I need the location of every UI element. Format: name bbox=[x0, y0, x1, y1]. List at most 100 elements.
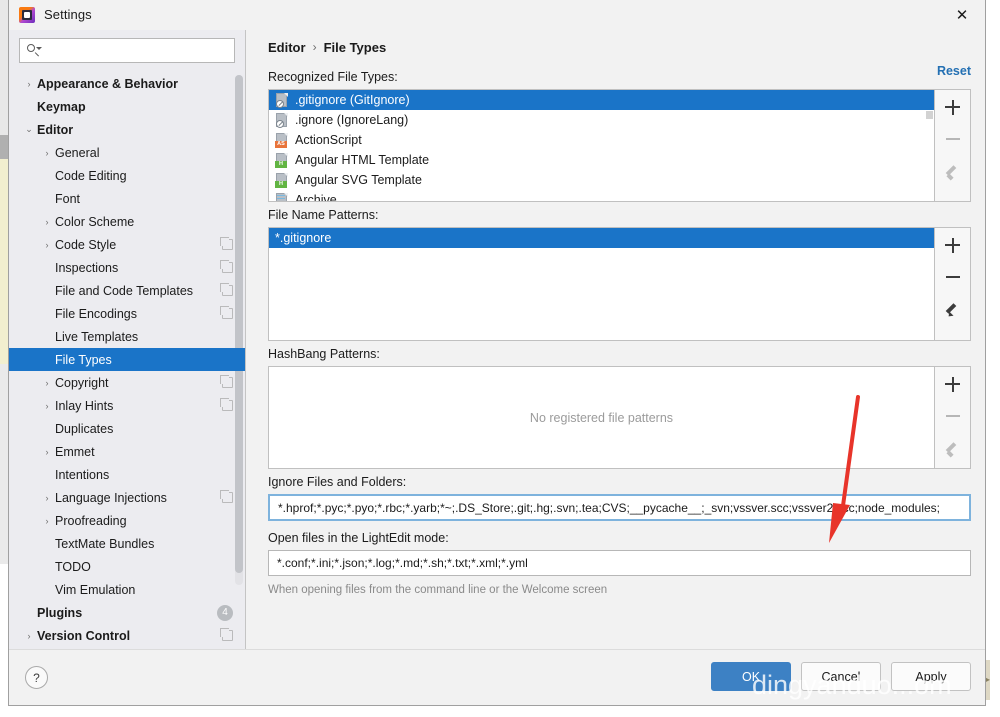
chevron-right-icon[interactable]: › bbox=[39, 493, 55, 503]
file-type-label: ActionScript bbox=[295, 133, 362, 147]
sidebar-item-label: TextMate Bundles bbox=[55, 537, 233, 551]
breadcrumb-parent[interactable]: Editor bbox=[268, 40, 306, 55]
add-pattern-button[interactable] bbox=[940, 234, 966, 256]
sidebar-item-todo[interactable]: TODO bbox=[9, 555, 245, 578]
chevron-right-icon[interactable]: › bbox=[39, 148, 55, 158]
copy-settings-icon bbox=[222, 377, 233, 388]
file-type-list-item[interactable]: Archive bbox=[269, 190, 934, 202]
sidebar-item-intentions[interactable]: Intentions bbox=[9, 463, 245, 486]
hashbang-patterns-label: HashBang Patterns: bbox=[268, 347, 971, 361]
recognized-file-types-list[interactable]: .gitignore (GitIgnore) .ignore (IgnoreLan… bbox=[268, 89, 935, 202]
sidebar-item-label: Inspections bbox=[55, 261, 222, 275]
edit-file-type-button[interactable] bbox=[940, 160, 966, 182]
hashbang-patterns-list[interactable]: No registered file patterns bbox=[268, 366, 935, 469]
chevron-right-icon[interactable]: › bbox=[21, 79, 37, 89]
edit-pattern-button[interactable] bbox=[940, 298, 966, 320]
sidebar-item-general[interactable]: ›General bbox=[9, 141, 245, 164]
sidebar-item-live-templates[interactable]: Live Templates bbox=[9, 325, 245, 348]
dialog-body: ›Appearance & BehaviorKeymap⌄Editor›Gene… bbox=[9, 30, 985, 649]
search-input[interactable] bbox=[43, 43, 234, 59]
file-name-patterns-buttons bbox=[935, 227, 971, 341]
file-type-list-item[interactable]: .ignore (IgnoreLang) bbox=[269, 110, 934, 130]
cancel-button[interactable]: Cancel bbox=[801, 662, 881, 691]
archive-file-icon bbox=[275, 193, 289, 203]
sidebar-item-inspections[interactable]: Inspections bbox=[9, 256, 245, 279]
chevron-down-icon[interactable]: ⌄ bbox=[21, 124, 37, 135]
chevron-right-icon[interactable]: › bbox=[39, 401, 55, 411]
lightedit-input[interactable]: *.conf;*.ini;*.json;*.log;*.md;*.sh;*.tx… bbox=[268, 550, 971, 576]
sidebar-item-proofreading[interactable]: ›Proofreading bbox=[9, 509, 245, 532]
edit-hashbang-button[interactable] bbox=[940, 437, 966, 459]
sidebar-item-label: Editor bbox=[37, 123, 233, 137]
sidebar-item-editor[interactable]: ⌄Editor bbox=[9, 118, 245, 141]
add-hashbang-button[interactable] bbox=[940, 373, 966, 395]
dialog-titlebar: Settings ✕ bbox=[9, 0, 985, 30]
sidebar-item-emmet[interactable]: ›Emmet bbox=[9, 440, 245, 463]
sidebar-item-plugins[interactable]: Plugins4 bbox=[9, 601, 245, 624]
recognized-file-types-buttons bbox=[935, 89, 971, 202]
file-name-patterns-list[interactable]: *.gitignore bbox=[268, 227, 935, 341]
sidebar-item-code-style[interactable]: ›Code Style bbox=[9, 233, 245, 256]
sidebar-item-color-scheme[interactable]: ›Color Scheme bbox=[9, 210, 245, 233]
dialog-title: Settings bbox=[44, 7, 92, 22]
hashbang-empty-text: No registered file patterns bbox=[269, 411, 934, 425]
copy-settings-icon bbox=[222, 630, 233, 641]
breadcrumb-current: File Types bbox=[324, 40, 387, 55]
ignore-files-input[interactable]: *.hprof;*.pyc;*.pyo;*.rbc;*.yarb;*~;.DS_… bbox=[268, 494, 971, 521]
gitignore-file-icon bbox=[275, 93, 289, 108]
close-icon[interactable]: ✕ bbox=[947, 4, 977, 26]
background-bottom-area bbox=[0, 705, 1000, 717]
copy-settings-icon bbox=[222, 239, 233, 250]
sidebar-item-copyright[interactable]: ›Copyright bbox=[9, 371, 245, 394]
help-button[interactable]: ? bbox=[25, 666, 48, 689]
file-type-list-item[interactable]: HAngular HTML Template bbox=[269, 150, 934, 170]
chevron-right-icon[interactable]: › bbox=[39, 447, 55, 457]
ok-button[interactable]: OK bbox=[711, 662, 791, 691]
sidebar-item-textmate-bundles[interactable]: TextMate Bundles bbox=[9, 532, 245, 555]
sidebar-item-file-encodings[interactable]: File Encodings bbox=[9, 302, 245, 325]
background-window-strip-yellow bbox=[0, 159, 8, 364]
chevron-right-icon[interactable]: › bbox=[39, 240, 55, 250]
file-type-list-item[interactable]: .gitignore (GitIgnore) bbox=[269, 90, 934, 110]
intellij-idea-icon bbox=[19, 7, 35, 23]
remove-file-type-button[interactable] bbox=[940, 128, 966, 150]
chevron-right-icon[interactable]: › bbox=[39, 378, 55, 388]
sidebar-item-code-editing[interactable]: Code Editing bbox=[9, 164, 245, 187]
background-window-strip-dark bbox=[0, 135, 8, 159]
search-box[interactable] bbox=[19, 38, 235, 63]
chevron-right-icon[interactable]: › bbox=[21, 631, 37, 641]
file-type-list-item[interactable]: HAngular SVG Template bbox=[269, 170, 934, 190]
background-right-area bbox=[985, 0, 1000, 717]
sidebar-item-label: File Encodings bbox=[55, 307, 222, 321]
chevron-right-icon[interactable]: › bbox=[39, 217, 55, 227]
sidebar-item-duplicates[interactable]: Duplicates bbox=[9, 417, 245, 440]
file-name-pattern-item[interactable]: *.gitignore bbox=[269, 228, 934, 248]
file-type-label: .gitignore (GitIgnore) bbox=[295, 93, 410, 107]
file-type-list-item[interactable]: ASActionScript bbox=[269, 130, 934, 150]
file-name-patterns-row: *.gitignore bbox=[268, 227, 971, 341]
sidebar-item-file-types[interactable]: File Types bbox=[9, 348, 245, 371]
sidebar-item-label: Font bbox=[55, 192, 233, 206]
settings-tree[interactable]: ›Appearance & BehaviorKeymap⌄Editor›Gene… bbox=[9, 70, 245, 649]
sidebar-item-font[interactable]: Font bbox=[9, 187, 245, 210]
sidebar-item-appearance-behavior[interactable]: ›Appearance & Behavior bbox=[9, 72, 245, 95]
screen-root: ▸ Settings ✕ bbox=[0, 0, 1000, 717]
chevron-right-icon[interactable]: › bbox=[39, 516, 55, 526]
reset-link[interactable]: Reset bbox=[937, 64, 971, 78]
sidebar-item-language-injections[interactable]: ›Language Injections bbox=[9, 486, 245, 509]
sidebar-item-file-and-code-templates[interactable]: File and Code Templates bbox=[9, 279, 245, 302]
remove-hashbang-button[interactable] bbox=[940, 405, 966, 427]
sidebar-item-inlay-hints[interactable]: ›Inlay Hints bbox=[9, 394, 245, 417]
recognized-list-scrollbar-thumb[interactable] bbox=[926, 111, 933, 119]
recognized-file-types-label: Recognized File Types: bbox=[268, 70, 971, 84]
sidebar-item-version-control[interactable]: ›Version Control bbox=[9, 624, 245, 647]
sidebar-item-keymap[interactable]: Keymap bbox=[9, 95, 245, 118]
file-type-label: Angular SVG Template bbox=[295, 173, 422, 187]
sidebar-item-vim-emulation[interactable]: Vim Emulation bbox=[9, 578, 245, 601]
background-window-strip-top bbox=[0, 0, 8, 135]
apply-button[interactable]: Apply bbox=[891, 662, 971, 691]
ignore-file-icon bbox=[275, 113, 289, 128]
add-file-type-button[interactable] bbox=[940, 96, 966, 118]
remove-pattern-button[interactable] bbox=[940, 266, 966, 288]
sidebar-item-label: Plugins bbox=[37, 606, 217, 620]
